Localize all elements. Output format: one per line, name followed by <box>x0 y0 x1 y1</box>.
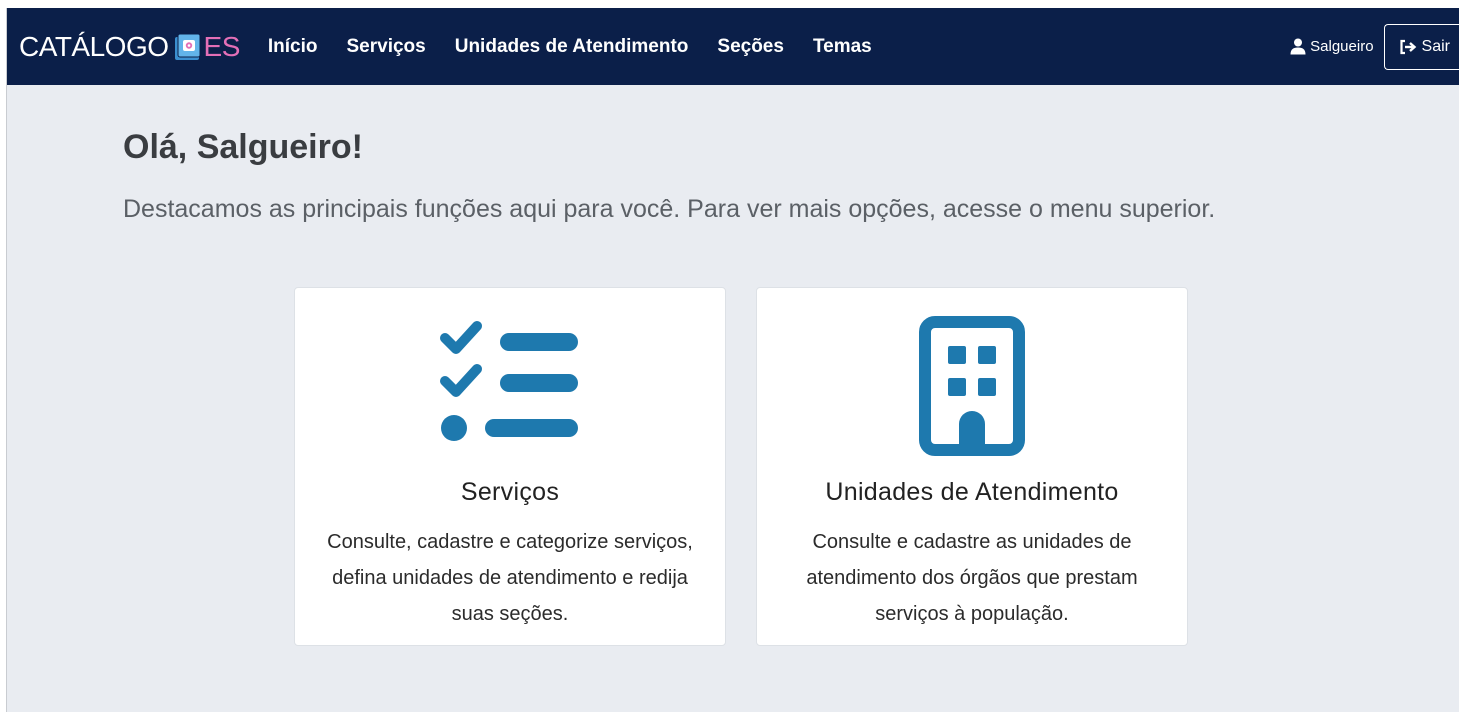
servicos-card[interactable]: Serviços Consulte, cadastre e categorize… <box>294 287 726 646</box>
unidades-card-description: Consulte e cadastre as unidades de atend… <box>806 531 1138 625</box>
unidades-card[interactable]: Unidades de Atendimento Consulte e cadas… <box>756 287 1188 646</box>
building-icon <box>757 316 1187 456</box>
nav-item-unidades[interactable]: Unidades de Atendimento <box>455 36 689 58</box>
brand-title: CATÁLOGO <box>19 30 169 62</box>
nav-item-secoes[interactable]: Seções <box>717 36 784 58</box>
checklist-icon <box>295 316 725 456</box>
user-name: Salgueiro <box>1310 38 1374 55</box>
logout-button[interactable]: Sair <box>1383 23 1459 70</box>
logout-label: Sair <box>1421 37 1450 55</box>
sign-out-icon <box>1399 39 1416 54</box>
user-profile-link[interactable]: Salgueiro <box>1290 38 1374 55</box>
brand-logo[interactable]: CATÁLOGO ES <box>19 31 240 63</box>
welcome-section: Olá, Salgueiro! Destacamos as principais… <box>123 128 1215 224</box>
welcome-subtitle: Destacamos as principais funções aqui pa… <box>123 195 1216 223</box>
brand-suffix: ES <box>203 30 241 62</box>
servicos-card-title: Serviços <box>460 478 560 506</box>
book-logo-icon <box>173 32 203 62</box>
servicos-card-description: Consulte, cadastre e categorize serviços… <box>327 531 693 625</box>
main-nav: Início Serviços Unidades de Atendimento … <box>268 36 901 58</box>
user-icon <box>1290 38 1306 55</box>
nav-item-servicos[interactable]: Serviços <box>347 36 426 58</box>
user-area: Salgueiro Sair <box>1290 23 1459 70</box>
app-frame: CATÁLOGO ES Início Serviços Unidades de … <box>6 8 1459 712</box>
greeting-heading: Olá, Salgueiro! <box>123 128 363 166</box>
top-navbar: CATÁLOGO ES Início Serviços Unidades de … <box>7 8 1459 85</box>
nav-item-temas[interactable]: Temas <box>813 36 872 58</box>
nav-item-inicio[interactable]: Início <box>268 36 318 58</box>
unidades-card-title: Unidades de Atendimento <box>825 478 1119 506</box>
